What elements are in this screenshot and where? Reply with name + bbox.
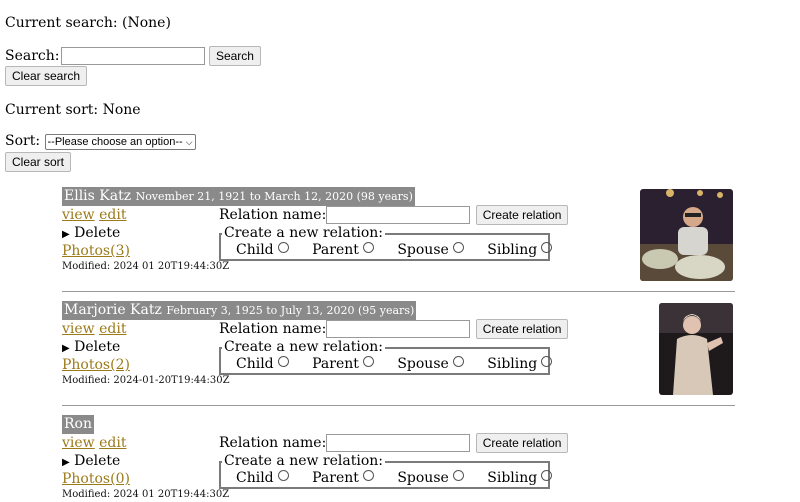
relation-name-label: Relation name: (219, 435, 327, 451)
relation-option-spouse[interactable]: Spouse (397, 242, 464, 258)
triangle-right-icon: ▶ (62, 343, 70, 354)
relation-option-parent[interactable]: Parent (312, 242, 374, 258)
relation-name-input[interactable] (326, 434, 471, 452)
create-relation-button[interactable]: Create relation (475, 319, 569, 339)
triangle-right-icon: ▶ (62, 229, 70, 240)
edit-link[interactable]: edit (99, 435, 126, 451)
radio-icon (452, 242, 464, 253)
search-row: Search: Search (5, 46, 261, 66)
radio-icon (452, 356, 464, 367)
relation-legend: Create a new relation: (222, 339, 385, 355)
relation-option-spouse[interactable]: Spouse (397, 470, 464, 486)
person-name: Ellis Katz (64, 188, 132, 204)
relation-name-row: Relation name: Create relation (219, 205, 569, 225)
delete-label: Delete (74, 225, 121, 241)
relation-name-label: Relation name: (219, 321, 327, 337)
current-sort-text: Current sort: None (5, 102, 141, 118)
radio-icon (277, 470, 289, 481)
radio-icon (277, 242, 289, 253)
relation-name-row: Relation name: Create relation (219, 433, 569, 453)
person-dates: February 3, 1925 to July 13, 2020 (95 ye… (166, 304, 415, 317)
person-name: Marjorie Katz (64, 302, 162, 318)
current-search-text: Current search: (None) (5, 15, 171, 31)
relation-name-label: Relation name: (219, 207, 327, 223)
create-relation-button[interactable]: Create relation (475, 433, 569, 453)
triangle-right-icon: ▶ (62, 457, 70, 468)
relation-fieldset: Create a new relation: Child Parent Spou… (219, 453, 553, 489)
sort-selected-value: --Please choose an option-- (47, 136, 183, 148)
person-photo[interactable] (659, 303, 733, 395)
relation-option-spouse[interactable]: Spouse (397, 356, 464, 372)
search-button[interactable]: Search (208, 46, 261, 66)
relation-option-child[interactable]: Child (236, 356, 289, 372)
clear-search-button[interactable]: Clear search (5, 66, 88, 86)
delete-toggle[interactable]: ▶ Delete (62, 453, 120, 469)
clear-sort-button[interactable]: Clear sort (5, 152, 72, 172)
delete-toggle[interactable]: ▶ Delete (62, 225, 120, 241)
radio-icon (362, 356, 374, 367)
modified-timestamp: Modified: 2024 01 20T19:44:30Z (62, 489, 230, 500)
view-link[interactable]: view (62, 321, 95, 337)
relation-option-parent[interactable]: Parent (312, 356, 374, 372)
relation-option-child[interactable]: Child (236, 470, 289, 486)
photos-link[interactable]: Photos(0) (62, 471, 130, 487)
sort-row: Sort: --Please choose an option-- ⌵ (5, 133, 196, 150)
delete-label: Delete (74, 453, 121, 469)
divider (62, 405, 735, 406)
radio-icon (362, 242, 374, 253)
person-card: Ron view edit ▶ Delete Photos(0) Modifie… (62, 415, 737, 502)
relation-option-sibling[interactable]: Sibling (487, 470, 553, 486)
radio-icon (277, 356, 289, 367)
radio-icon (362, 470, 374, 481)
radio-icon (541, 242, 553, 253)
person-name-bar: Ron (62, 415, 94, 434)
radio-icon (452, 470, 464, 481)
radio-icon (541, 470, 553, 481)
view-link[interactable]: view (62, 435, 95, 451)
modified-timestamp: Modified: 2024 01 20T19:44:30Z (62, 261, 230, 272)
relation-option-sibling[interactable]: Sibling (487, 356, 553, 372)
relation-fieldset: Create a new relation: Child Parent Spou… (219, 225, 553, 261)
person-name-bar: Ellis Katz November 21, 1921 to March 12… (62, 187, 415, 206)
relation-name-input[interactable] (326, 320, 471, 338)
sort-label: Sort: (5, 133, 41, 149)
search-label: Search: (5, 48, 60, 64)
relation-fieldset: Create a new relation: Child Parent Spou… (219, 339, 553, 375)
relation-name-input[interactable] (326, 206, 471, 224)
edit-link[interactable]: edit (99, 207, 126, 223)
person-card: Marjorie Katz February 3, 1925 to July 1… (62, 301, 737, 401)
photos-link[interactable]: Photos(3) (62, 243, 130, 259)
view-link[interactable]: view (62, 207, 95, 223)
create-relation-button[interactable]: Create relation (475, 205, 569, 225)
person-card: Ellis Katz November 21, 1921 to March 12… (62, 187, 737, 287)
person-photo[interactable] (640, 189, 733, 281)
relation-option-sibling[interactable]: Sibling (487, 242, 553, 258)
chevron-down-icon: ⌵ (185, 137, 193, 147)
relation-option-child[interactable]: Child (236, 242, 289, 258)
relation-name-row: Relation name: Create relation (219, 319, 569, 339)
delete-toggle[interactable]: ▶ Delete (62, 339, 120, 355)
photos-link[interactable]: Photos(2) (62, 357, 130, 373)
relation-legend: Create a new relation: (222, 225, 385, 241)
person-name-bar: Marjorie Katz February 3, 1925 to July 1… (62, 301, 417, 320)
person-name: Ron (64, 416, 92, 432)
divider (62, 291, 735, 292)
relation-legend: Create a new relation: (222, 453, 385, 469)
person-dates: November 21, 1921 to March 12, 2020 (98 … (135, 190, 413, 203)
edit-link[interactable]: edit (99, 321, 126, 337)
delete-label: Delete (74, 339, 121, 355)
relation-option-parent[interactable]: Parent (312, 470, 374, 486)
search-input[interactable] (60, 47, 205, 65)
radio-icon (541, 356, 553, 367)
modified-timestamp: Modified: 2024-01-20T19:44:30Z (62, 375, 230, 386)
sort-select[interactable]: --Please choose an option-- ⌵ (44, 134, 196, 150)
